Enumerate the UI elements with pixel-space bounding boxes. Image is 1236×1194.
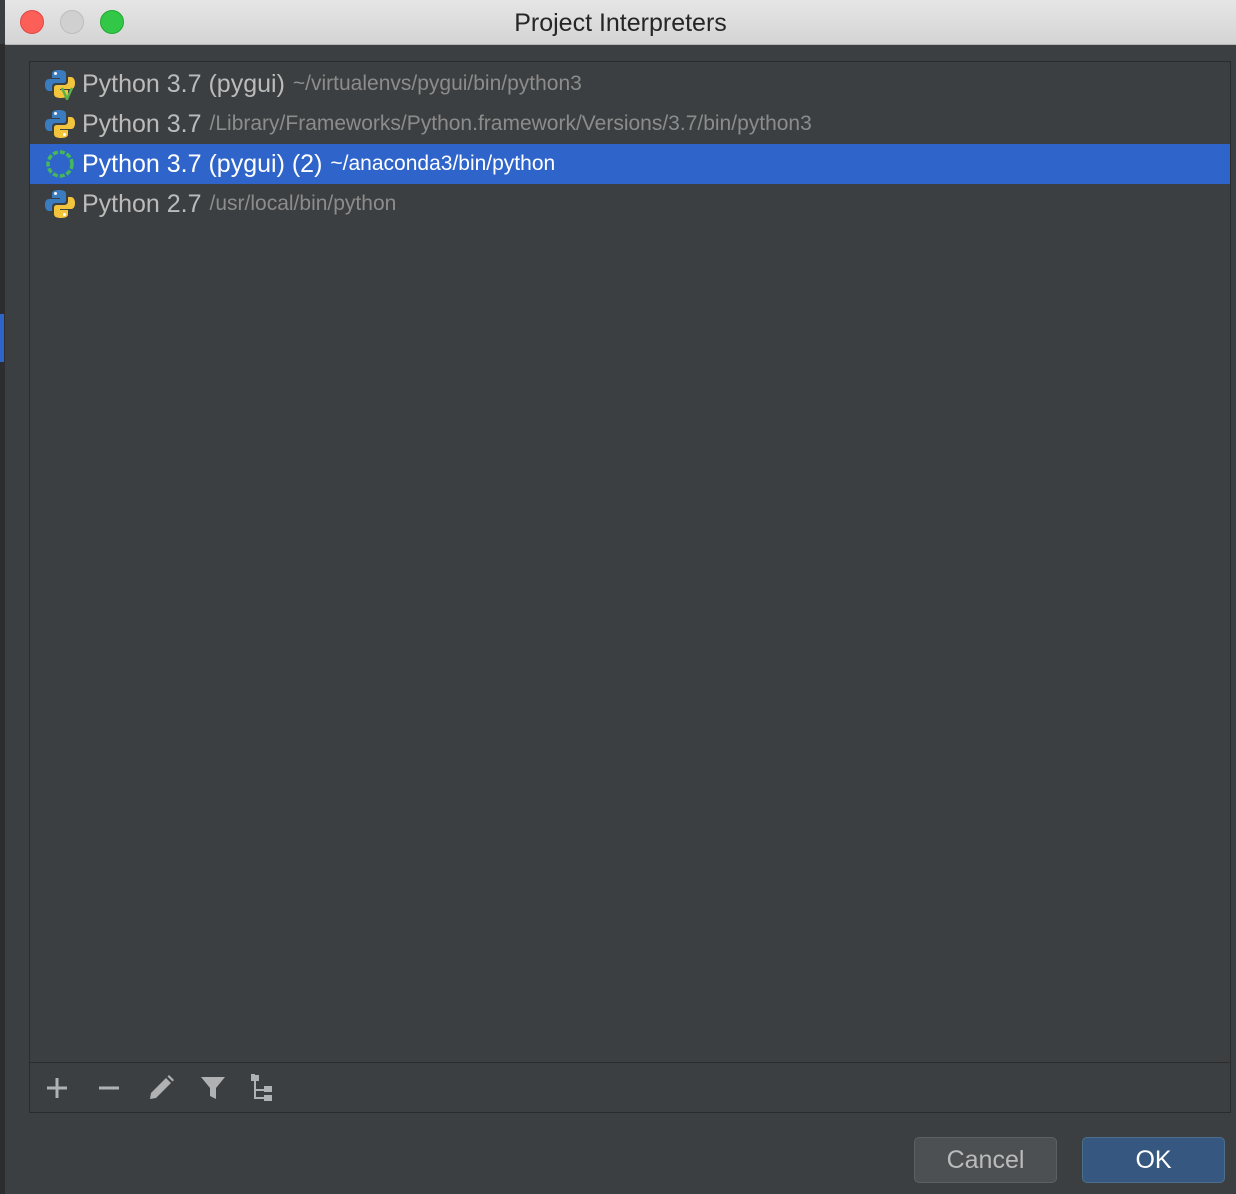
interpreter-row-anaconda[interactable]: Python 3.7 (pygui) (2) ~/anaconda3/bin/p…	[30, 144, 1230, 184]
interpreter-path: /usr/local/bin/python	[209, 192, 397, 215]
cancel-button[interactable]: Cancel	[914, 1137, 1057, 1183]
show-paths-icon[interactable]	[250, 1073, 280, 1103]
interpreter-row-python27[interactable]: Python 2.7 /usr/local/bin/python	[30, 184, 1230, 224]
window-title: Project Interpreters	[514, 9, 727, 37]
interpreter-row-pygui[interactable]: Python 3.7 (pygui) ~/virtualenvs/pygui/b…	[30, 64, 1230, 104]
python-icon	[45, 190, 75, 218]
interpreter-list[interactable]: Python 3.7 (pygui) ~/virtualenvs/pygui/b…	[30, 62, 1230, 1062]
interpreters-panel: Python 3.7 (pygui) ~/virtualenvs/pygui/b…	[29, 61, 1231, 1113]
interpreter-path: ~/anaconda3/bin/python	[330, 152, 556, 175]
list-toolbar	[30, 1062, 1230, 1112]
background-selection-marker	[0, 314, 4, 362]
remove-icon[interactable]	[94, 1073, 124, 1103]
title-bar: Project Interpreters	[5, 0, 1236, 45]
interpreter-path: /Library/Frameworks/Python.framework/Ver…	[209, 112, 812, 135]
interpreter-name: Python 3.7 (pygui) (2)	[82, 149, 323, 178]
add-icon[interactable]	[42, 1073, 72, 1103]
conda-icon	[46, 150, 74, 178]
interpreter-row-python37[interactable]: Python 3.7 /Library/Frameworks/Python.fr…	[30, 104, 1230, 144]
interpreter-name: Python 2.7	[82, 189, 202, 218]
edit-icon[interactable]	[146, 1073, 176, 1103]
filter-icon[interactable]	[198, 1073, 228, 1103]
interpreter-name: Python 3.7 (pygui)	[82, 69, 285, 98]
interpreter-name: Python 3.7	[82, 109, 202, 138]
ok-button[interactable]: OK	[1082, 1137, 1225, 1183]
background-window-edge	[0, 44, 5, 1194]
python-icon	[45, 110, 75, 138]
python-virtualenv-icon	[45, 70, 75, 100]
interpreter-path: ~/virtualenvs/pygui/bin/python3	[292, 72, 582, 95]
